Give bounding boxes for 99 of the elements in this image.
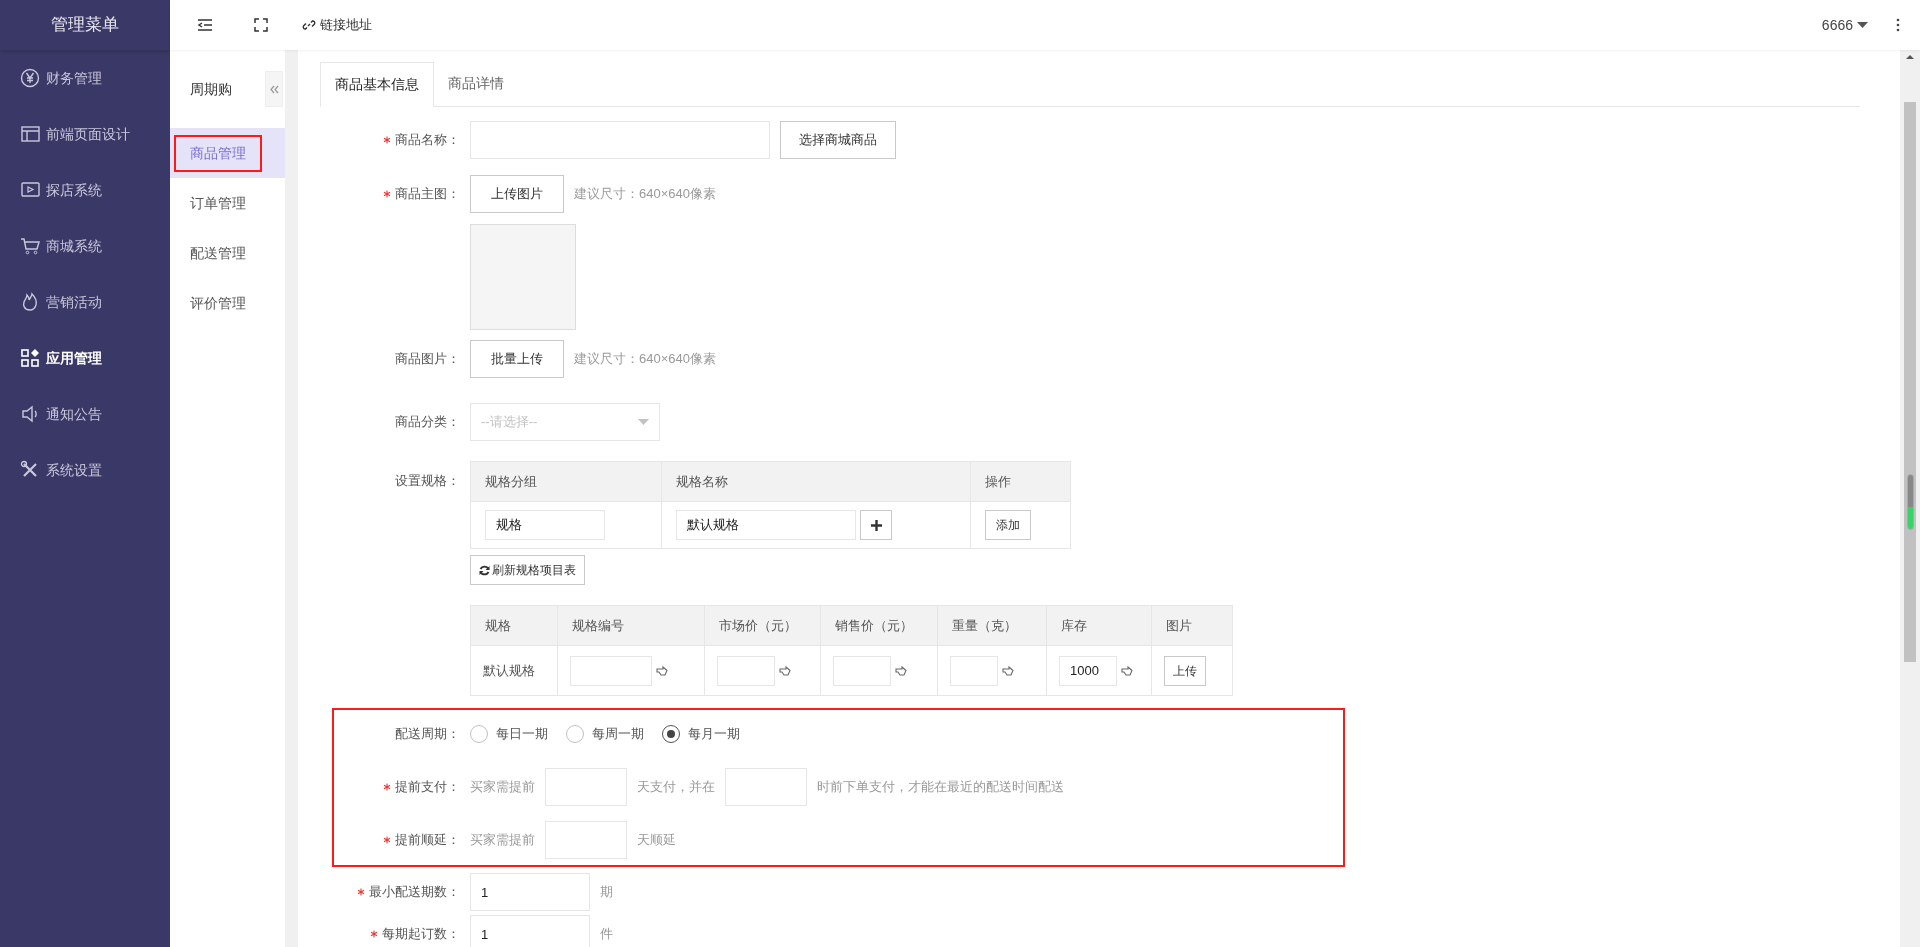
field-label: 商品名称： [395,131,460,150]
radio-option[interactable]: 每月一期 [662,724,740,744]
caret-icon [1857,21,1868,29]
add-button[interactable]: 添加 [985,510,1031,540]
column-header: 规格名称 [661,461,971,502]
sidebar-item[interactable]: 营销活动 [0,274,170,330]
column-header: 规格编号 [557,605,705,646]
menu-indent-icon [197,18,213,32]
input-field[interactable] [545,821,627,859]
sidebar-item[interactable]: 财务管理 [0,50,170,106]
radio-option[interactable]: 每周一期 [566,724,644,744]
plus-icon [870,519,882,531]
fullscreen-icon [254,18,268,32]
field-label: 设置规格： [395,472,460,491]
hint-text: 天顺延 [637,831,676,850]
flame-icon [20,292,40,312]
submenu-item[interactable]: 评价管理 [174,284,262,322]
hand-pointer-icon [895,664,907,677]
hand-pointer-icon [1002,664,1014,677]
input-field[interactable] [833,655,891,686]
speaker-icon [20,404,40,424]
column-header: 库存 [1046,605,1152,646]
upload-button[interactable]: 上传 [1164,655,1206,686]
yen-circle-icon [20,68,40,88]
input-field[interactable] [545,768,627,806]
field-label: 提前支付： [395,778,460,797]
required-asterisk-icon [383,136,391,144]
column-header: 规格 [470,605,558,646]
sidebar-item[interactable]: 探店系统 [0,162,170,218]
column-header: 操作 [970,461,1071,502]
required-asterisk-icon [383,190,391,198]
radio-option[interactable]: 每日一期 [470,724,548,744]
required-asterisk-icon [383,783,391,791]
column-header: 规格分组 [470,461,662,502]
tab[interactable]: 商品基本信息 [320,62,434,107]
link-address-link[interactable]: 链接地址 [302,15,372,35]
hint-text: 买家需提前 [470,831,535,850]
field-label: 提前顺延： [395,831,460,850]
table-cell: 默认规格 [483,662,535,678]
tab[interactable]: 商品详情 [434,61,518,106]
refresh-spec-button[interactable]: 刷新规格项目表 [470,555,585,585]
hand-pointer-icon [1121,664,1133,677]
window-layout-icon [20,124,40,144]
input-field[interactable]: 1 [470,873,590,911]
hint-text: 买家需提前 [470,778,535,797]
hand-pointer-icon [656,664,668,677]
required-asterisk-icon [370,930,378,938]
input-field[interactable] [570,655,652,686]
add-value-button[interactable] [860,510,892,540]
sidebar-item[interactable]: 商城系统 [0,218,170,274]
app-grid-icon [20,348,40,368]
submenu-title: 周期购 [190,79,233,99]
sidebar-item[interactable]: 前端页面设计 [0,106,170,162]
double-chevron-left-icon [269,84,279,94]
column-header: 重量（克） [937,605,1047,646]
field-label: 商品主图： [395,185,460,204]
cart-icon [20,236,40,256]
required-asterisk-icon [357,888,365,896]
hand-pointer-icon [779,664,791,677]
hint-text: 建议尺寸：640×640像素 [574,185,716,204]
input-field[interactable]: 1 [470,915,590,947]
hint-text: 件 [600,925,613,944]
field-label: 最小配送期数： [369,883,460,902]
submenu-item[interactable]: 配送管理 [174,234,262,272]
field-label: 商品图片： [395,350,460,369]
dropdown-caret-icon [638,419,649,425]
hint-text: 期 [600,883,613,902]
play-screen-icon [20,180,40,200]
hint-text: 天支付，并在 [637,778,715,797]
upload-image-button[interactable]: 上传图片 [470,175,564,213]
column-header: 图片 [1151,605,1233,646]
input-field[interactable] [470,121,770,159]
more-vertical-icon [1896,18,1900,32]
input-field[interactable] [725,768,807,806]
scrollbar-drawing[interactable] [1900,50,1920,947]
collapse-button[interactable] [265,71,283,107]
input-field[interactable]: 1000 [1059,655,1117,686]
field-label: 每期起订数： [382,925,460,944]
sidebar-title: 管理菜单 [0,0,170,50]
field-label: 商品分类： [395,413,460,432]
user-menu-button[interactable]: 6666 [1821,14,1868,36]
column-header: 市场价（元） [704,605,821,646]
input-field[interactable]: 默认规格 [676,510,856,540]
refresh-icon [479,564,490,576]
hint-text: 建议尺寸：640×640像素 [574,350,716,369]
input-field[interactable]: 规格 [485,510,605,540]
column-header: 销售价（元） [820,605,938,646]
input-field[interactable] [950,655,998,686]
sidebar-item[interactable]: 应用管理 [0,330,170,386]
required-asterisk-icon [383,836,391,844]
batch-upload-button[interactable]: 批量上传 [470,340,564,378]
field-label: 配送周期： [395,725,460,744]
submenu-item[interactable]: 订单管理 [174,184,262,222]
sidebar-item[interactable]: 通知公告 [0,386,170,442]
input-field[interactable] [717,655,775,686]
sidebar-item[interactable]: 系统设置 [0,442,170,498]
hint-text: 时前下单支付，才能在最近的配送时间配送 [817,778,1064,797]
select-product-button[interactable]: 选择商城商品 [780,121,896,159]
link-icon [302,18,316,32]
